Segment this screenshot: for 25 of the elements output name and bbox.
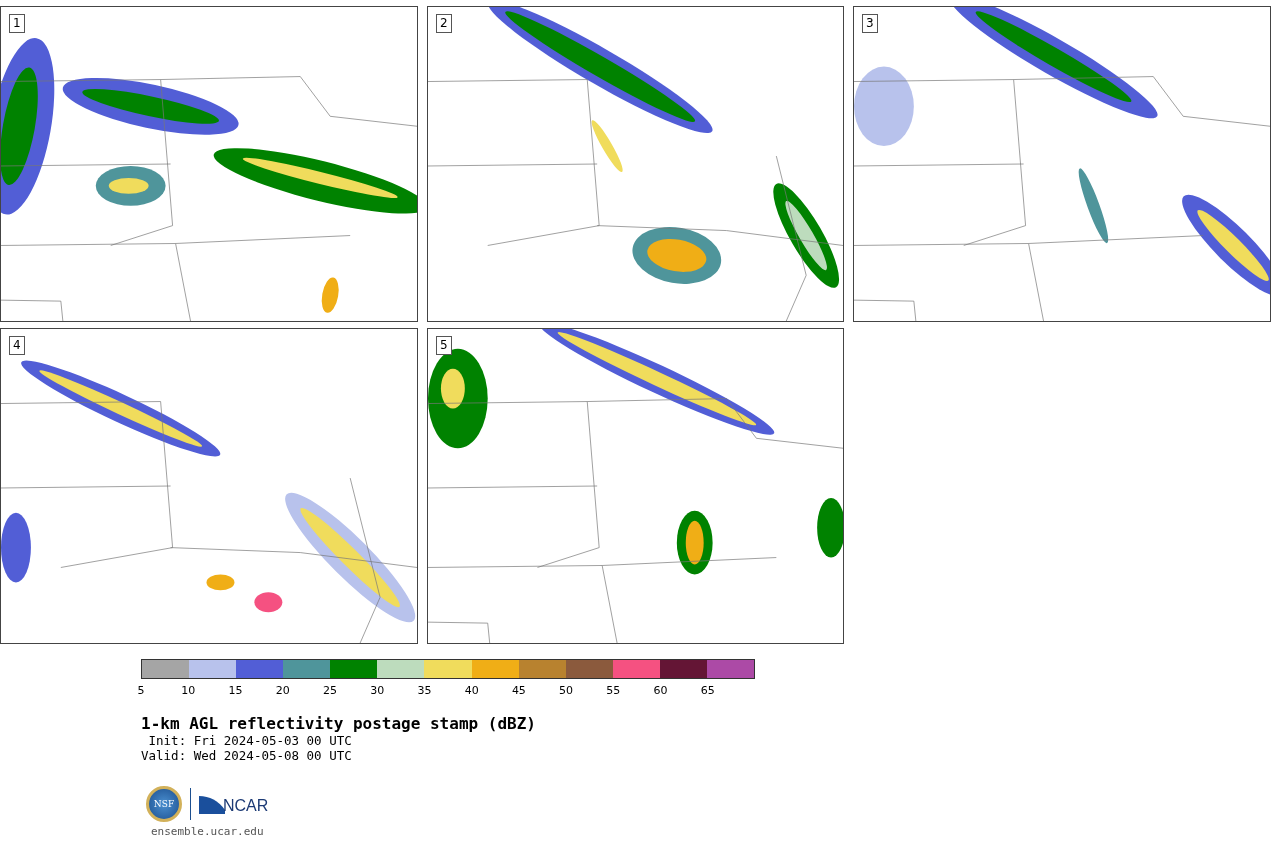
tick-label: 10 <box>181 684 196 697</box>
chart-title: 1-km AGL reflectivity postage stamp (dBZ) <box>141 714 537 733</box>
tick-label: 5 <box>137 684 145 697</box>
panel-number: 1 <box>9 14 25 33</box>
tick-label: 40 <box>464 684 479 697</box>
panel-number: 2 <box>436 14 452 33</box>
init-time: Init: Fri 2024-05-03 00 UTC <box>147 733 353 748</box>
valid-time: Valid: Wed 2024-05-08 00 UTC <box>141 748 353 763</box>
tick-label: 50 <box>559 684 574 697</box>
brand-logo: NCAR <box>223 797 269 815</box>
panel-number: 4 <box>9 336 25 355</box>
tick-label: 55 <box>606 684 621 697</box>
tick-label: 30 <box>370 684 385 697</box>
site-url: ensemble.ucar.edu <box>151 825 265 839</box>
tick-label: 65 <box>700 684 715 697</box>
seal-logo: NSF <box>146 786 182 822</box>
tick-label: 35 <box>417 684 432 697</box>
tick-label: 20 <box>275 684 290 697</box>
tick-label: 45 <box>511 684 526 697</box>
tick-label: 25 <box>322 684 337 697</box>
panel-number: 5 <box>436 336 452 355</box>
swoosh-icon <box>199 794 225 814</box>
panel-number: 3 <box>862 14 878 33</box>
tick-label: 60 <box>653 684 668 697</box>
tick-label: 15 <box>228 684 243 697</box>
